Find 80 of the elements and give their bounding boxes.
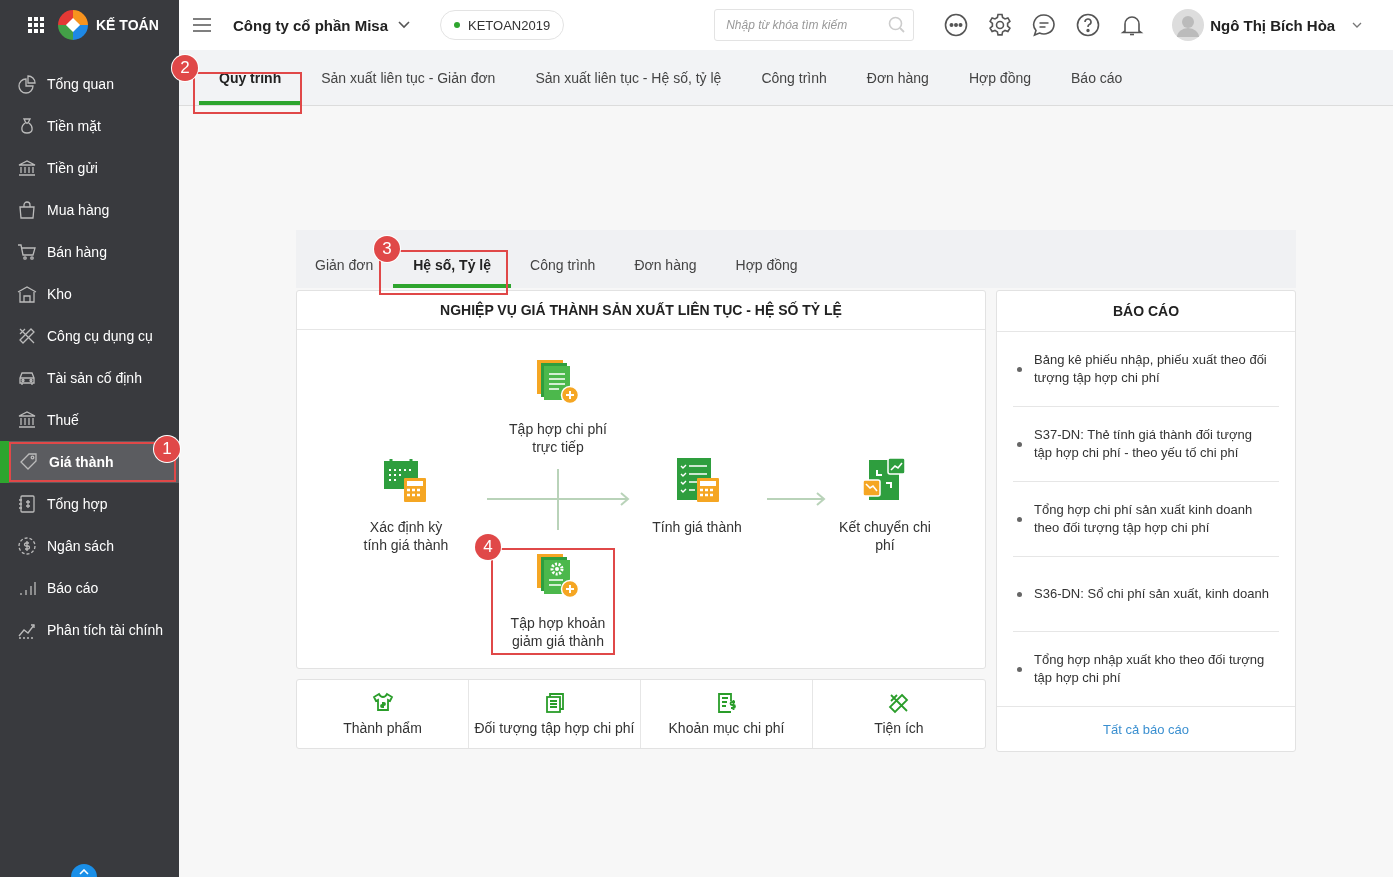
menu-icon[interactable] <box>193 18 211 32</box>
company-name[interactable]: Công ty cổ phần Misa <box>233 16 388 34</box>
dollar-document-icon <box>715 692 738 714</box>
app-grid-icon[interactable] <box>28 17 44 33</box>
tab[interactable]: Công trình <box>761 50 827 105</box>
bullet-icon <box>1017 441 1022 447</box>
all-reports-link[interactable]: Tất cả báo cáo <box>1103 721 1189 737</box>
chevron-down-icon[interactable] <box>398 21 410 29</box>
process-step-label[interactable]: Xác định kỳ tính giá thành <box>361 518 451 554</box>
report-link[interactable]: S37-DN: Thẻ tính giá thành đối tượng tập hợp chi phí - theo yếu tố chi phí <box>1034 426 1270 462</box>
report-link[interactable]: Tổng hợp chi phí sản xuất kinh doanh theo đối tượng tập hợp chi phí <box>1034 501 1270 537</box>
tab[interactable]: Hợp đồng <box>968 50 1031 105</box>
more-icon[interactable] <box>944 13 969 37</box>
tools-icon <box>888 692 910 714</box>
callout-badge: 2 <box>172 55 198 81</box>
coin-icon <box>17 536 37 556</box>
chevron-down-icon[interactable] <box>1351 21 1364 29</box>
tab[interactable]: Đơn hàng <box>866 50 929 105</box>
shopping-bag-icon <box>17 200 37 220</box>
bell-icon[interactable] <box>1120 13 1145 37</box>
warehouse-icon <box>17 284 37 304</box>
shortcut-button[interactable]: Khoản mục chi phí <box>641 680 813 748</box>
search-field[interactable]: Nhập từ khóa tìm kiếm <box>714 9 915 41</box>
callout-badge: 4 <box>475 534 501 560</box>
sidebar-item[interactable]: Tiền mặt <box>0 112 179 140</box>
chat-icon[interactable] <box>1032 13 1057 37</box>
bullet-icon <box>1017 366 1022 372</box>
arrow-connector <box>766 492 826 506</box>
help-icon[interactable] <box>1076 13 1101 37</box>
tab[interactable]: Hợp đồng <box>735 230 798 288</box>
app-name: KẾ TOÁN <box>96 17 159 33</box>
bank-icon <box>17 158 37 178</box>
tag-icon <box>19 452 39 472</box>
document-plus-icon[interactable] <box>534 358 582 406</box>
chevron-up-icon <box>79 869 89 875</box>
tools-icon <box>17 326 37 346</box>
sidebar-item[interactable]: Công cụ dụng cụ <box>0 322 179 350</box>
callout-badge: 3 <box>374 236 400 262</box>
shortcut-button[interactable]: Thành phẩm <box>297 680 469 748</box>
pie-chart-icon <box>17 74 37 94</box>
sidebar-item[interactable]: Thuế <box>0 406 179 434</box>
process-step-label[interactable]: Tập hợp chi phí trực tiếp <box>502 420 614 456</box>
sidebar-item[interactable]: Tổng hợp <box>0 490 179 518</box>
bank-icon <box>17 410 37 430</box>
sidebar-item[interactable]: Kho <box>0 280 179 308</box>
tab[interactable]: Sản xuất liên tục - Giản đơn <box>321 50 496 105</box>
shortcut-button[interactable]: Tiện ích <box>813 680 985 748</box>
tab[interactable]: Giản đơn <box>315 230 374 288</box>
cart-icon <box>17 242 37 262</box>
tab[interactable]: Đơn hàng <box>634 230 697 288</box>
report-link[interactable]: Bảng kê phiếu nhập, phiếu xuất theo đối tượng tập hợp chi phí <box>1034 351 1270 387</box>
document-gear-plus-icon[interactable] <box>534 552 582 600</box>
shirt-icon <box>371 692 394 714</box>
panel-title: BÁO CÁO <box>997 291 1295 332</box>
settings-icon[interactable] <box>988 13 1013 37</box>
tab[interactable]: Sản xuất liên tục - Hệ số, tỷ lệ <box>535 50 722 105</box>
shortcut-button[interactable]: Đối tượng tập hợp chi phí <box>469 680 641 748</box>
panel-title: NGHIỆP VỤ GIÁ THÀNH SẢN XUẤT LIÊN TỤC - HỆ SỐ TỶ LỆ <box>297 291 985 330</box>
sidebar-item[interactable]: Mua hàng <box>0 196 179 224</box>
process-step-label[interactable]: Tính giá thành <box>637 518 757 536</box>
report-link[interactable]: Tổng hợp nhập xuất kho theo đối tượng tập hợp chi phí <box>1034 651 1270 687</box>
callout-badge: 1 <box>154 436 180 462</box>
tab[interactable]: Công trình <box>530 230 596 288</box>
sidebar-item[interactable]: Tài sản cố định <box>0 364 179 392</box>
process-step-label[interactable]: Tập hợp khoản giảm giá thành <box>503 614 613 650</box>
sidebar-item[interactable]: Phân tích tài chính <box>0 616 179 644</box>
bullet-icon <box>1017 516 1022 522</box>
sidebar-item[interactable]: Báo cáo <box>0 574 179 602</box>
user-name[interactable]: Ngô Thị Bích Hòa <box>1210 16 1336 34</box>
document-stack-icon <box>543 692 566 714</box>
sidebar-item[interactable]: Bán hàng <box>0 238 179 266</box>
ledger-icon <box>17 494 37 514</box>
tab[interactable]: Báo cáo <box>1071 50 1123 105</box>
sidebar-item[interactable]: Ngân sách <box>0 532 179 560</box>
logo-icon <box>58 10 88 40</box>
report-link[interactable]: S36-DN: Sổ chi phí sản xuất, kinh doanh <box>1034 585 1269 603</box>
process-step-label[interactable]: Kết chuyển chi phí <box>835 518 935 554</box>
bullet-icon <box>1017 666 1022 672</box>
sidebar-item[interactable]: Tiền gửi <box>0 154 179 182</box>
bullet-icon <box>1017 591 1022 597</box>
